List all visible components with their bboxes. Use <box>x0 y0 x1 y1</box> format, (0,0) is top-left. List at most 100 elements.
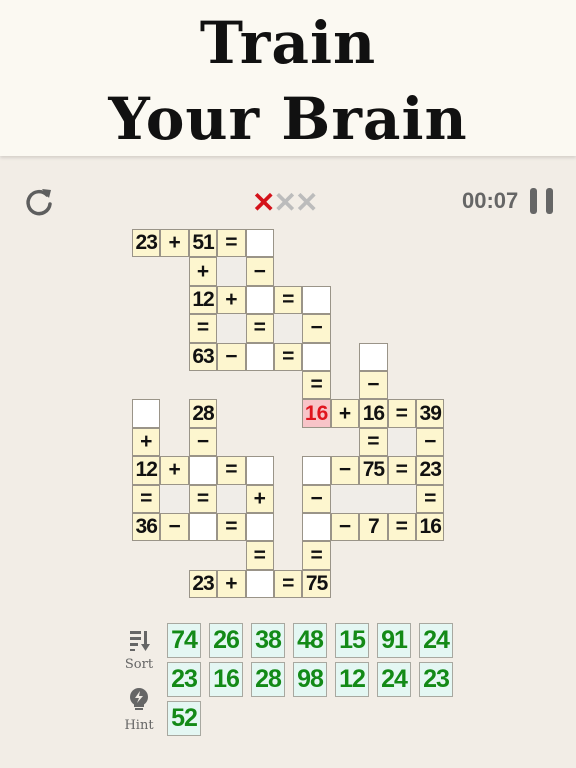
operator-cell: = <box>416 484 445 513</box>
number-cell: 16 <box>416 513 445 542</box>
operator-cell: = <box>217 456 246 485</box>
number-tile[interactable]: 48 <box>293 623 327 658</box>
restart-icon <box>26 189 52 216</box>
gap-cell <box>217 314 246 343</box>
operator-cell: − <box>217 342 246 371</box>
number-tile[interactable]: 74 <box>167 623 201 658</box>
timer: 00:07 <box>462 188 519 213</box>
number-cell: 23 <box>416 456 445 485</box>
operator-cell: = <box>359 427 388 457</box>
operator-cell: − <box>359 371 388 400</box>
operator-cell: + <box>330 399 360 428</box>
title-line-2: Your Brain <box>108 85 468 153</box>
operator-cell: = <box>245 541 274 570</box>
number-tile[interactable]: 16 <box>209 662 243 697</box>
number-cell: 12 <box>188 285 218 315</box>
title-banner: Train Your Brain <box>0 0 576 156</box>
empty-slot[interactable] <box>245 456 274 485</box>
sort-button[interactable]: Sort <box>119 628 159 672</box>
pause-icon-bar <box>546 188 553 214</box>
empty-slot[interactable] <box>245 229 274 258</box>
empty-slot[interactable] <box>302 513 331 542</box>
operator-cell: − <box>188 427 218 457</box>
operator-cell: = <box>132 484 161 513</box>
number-tile[interactable]: 26 <box>209 623 243 658</box>
number-cell: 36 <box>132 513 161 542</box>
number-tile[interactable]: 91 <box>377 623 411 658</box>
number-tile[interactable]: 24 <box>377 662 411 697</box>
empty-slot[interactable] <box>245 513 274 542</box>
empty-slot[interactable] <box>245 285 274 315</box>
operator-cell: = <box>302 541 331 570</box>
title-line-1: Train <box>199 9 377 77</box>
operator-cell: − <box>302 314 331 343</box>
operator-cell: = <box>245 314 274 343</box>
empty-slot[interactable] <box>302 285 331 315</box>
operator-cell: + <box>217 569 246 599</box>
gap-cell <box>217 484 246 513</box>
number-cell: 16 <box>359 399 388 428</box>
operator-cell: = <box>188 314 218 343</box>
operator-cell: − <box>245 257 274 286</box>
gap-cell <box>330 484 360 513</box>
empty-slot[interactable] <box>132 399 161 428</box>
operator-cell: = <box>188 484 218 513</box>
operator-cell: + <box>132 427 161 457</box>
pause-icon <box>530 188 537 214</box>
mistake-counter: ✕✕✕ <box>252 186 318 219</box>
number-tile[interactable]: 23 <box>167 662 201 697</box>
operator-cell: = <box>387 513 416 542</box>
strike-icon: ✕ <box>252 187 276 218</box>
operator-cell: − <box>160 513 189 542</box>
empty-slot[interactable] <box>302 342 331 371</box>
gap-cell <box>217 257 246 286</box>
operator-cell: = <box>387 399 416 428</box>
operator-cell: + <box>217 285 246 315</box>
number-cell: 75 <box>359 456 388 485</box>
gap-cell <box>359 484 388 513</box>
operator-cell: = <box>387 456 416 485</box>
operator-cell: = <box>217 513 246 542</box>
number-tile[interactable]: 98 <box>293 662 327 697</box>
number-tile[interactable]: 38 <box>251 623 285 658</box>
sort-icon <box>130 631 150 651</box>
operator-cell: = <box>274 342 303 371</box>
empty-slot[interactable] <box>245 342 274 371</box>
operator-cell: + <box>188 257 218 286</box>
operator-cell: = <box>302 371 331 400</box>
number-tile[interactable]: 24 <box>419 623 453 658</box>
operator-cell: + <box>245 484 274 513</box>
number-tile[interactable]: 28 <box>251 662 285 697</box>
number-tile[interactable]: 12 <box>335 662 369 697</box>
number-cell: 63 <box>188 342 218 371</box>
operator-cell: − <box>416 427 445 457</box>
operator-cell: − <box>302 484 331 513</box>
sort-label: Sort <box>124 657 154 672</box>
number-cell: 7 <box>359 513 388 542</box>
operator-cell: = <box>274 569 303 599</box>
number-cell: 39 <box>416 399 445 428</box>
number-cell: 12 <box>132 456 161 485</box>
operator-cell: − <box>330 456 360 485</box>
empty-slot[interactable] <box>245 569 274 599</box>
gap-cell <box>387 484 416 513</box>
number-tile[interactable]: 15 <box>335 623 369 658</box>
hint-button[interactable]: Hint <box>119 687 159 733</box>
number-cell: 23 <box>132 229 161 258</box>
number-tile[interactable]: 52 <box>167 701 201 736</box>
strike-icon: ✕ <box>273 187 297 218</box>
gap-cell <box>160 484 189 513</box>
restart-button[interactable] <box>22 185 56 219</box>
number-cell: 23 <box>188 569 218 599</box>
hint-label: Hint <box>124 718 154 733</box>
empty-slot[interactable] <box>188 456 218 485</box>
empty-slot[interactable] <box>302 456 331 485</box>
number-tile[interactable]: 23 <box>419 662 453 697</box>
empty-slot[interactable] <box>359 342 388 371</box>
wrong-number-cell[interactable]: 16 <box>302 399 331 428</box>
operator-cell: + <box>160 229 189 258</box>
pause-button[interactable] <box>530 188 554 214</box>
number-cell: 28 <box>188 399 218 428</box>
operator-cell: = <box>274 285 303 315</box>
empty-slot[interactable] <box>188 513 218 542</box>
